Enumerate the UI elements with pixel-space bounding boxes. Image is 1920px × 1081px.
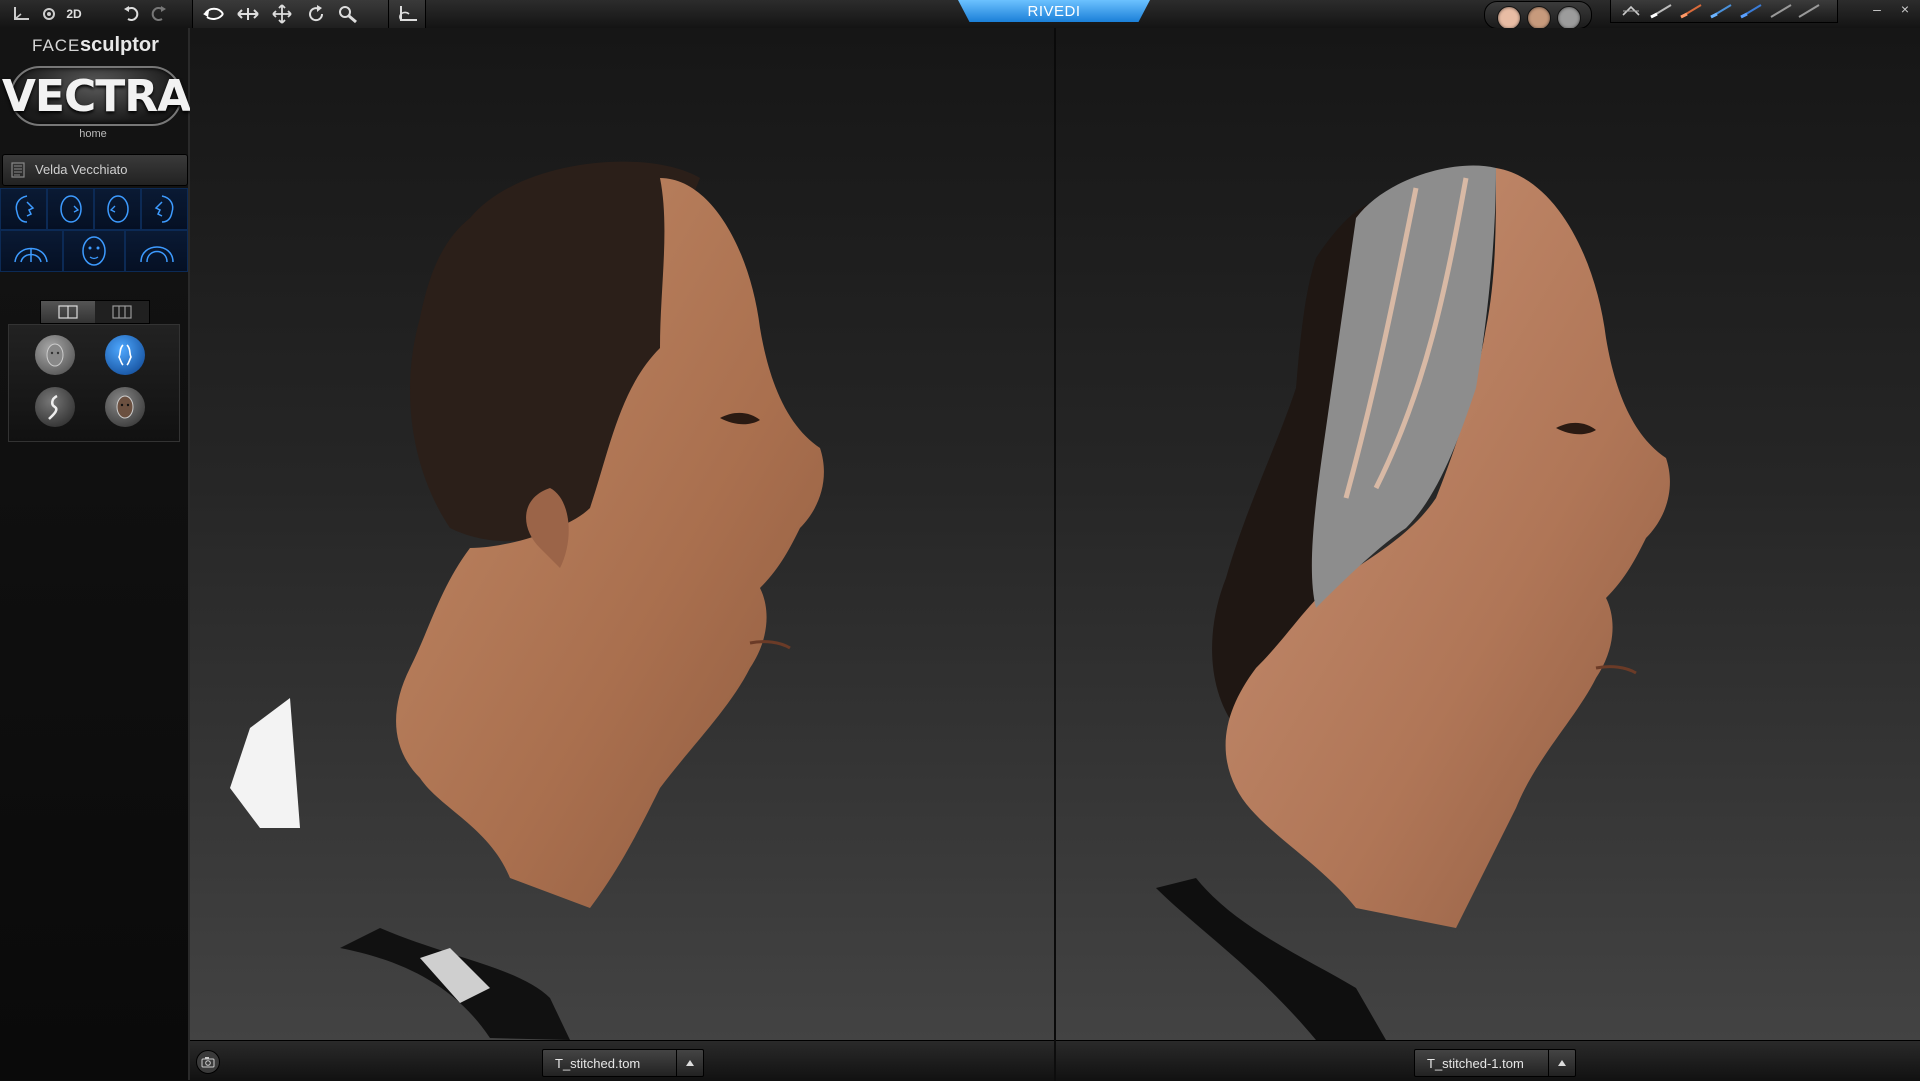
left-profile-view-icon[interactable] xyxy=(141,188,188,230)
tab-rivedi[interactable]: RIVEDI xyxy=(958,0,1150,22)
pan-horizontal-icon[interactable] xyxy=(233,2,263,26)
left-oblique-view-icon[interactable] xyxy=(94,188,141,230)
brush-icon[interactable] xyxy=(1769,3,1793,19)
file-selector-right[interactable]: T_stitched-1.tom xyxy=(1414,1049,1576,1077)
face-model-after xyxy=(1156,165,1670,1040)
patient-name: Velda Vecchiato xyxy=(35,162,128,177)
face-model-before xyxy=(230,161,824,1040)
sidebar: FACE sculptor VECTRA home Velda Vecchiat… xyxy=(0,28,191,1080)
face-surface-mode-icon[interactable] xyxy=(35,335,75,375)
brand-sculptor-label: sculptor xyxy=(80,34,159,56)
bottom-bar-right: T_stitched-1.tom xyxy=(1056,1040,1920,1081)
view-2d-button[interactable]: 2D xyxy=(62,2,86,26)
brand-face-label: FACE xyxy=(32,36,81,55)
view-preset-grid-top xyxy=(0,188,188,230)
chevron-up-icon[interactable] xyxy=(1548,1050,1575,1076)
chevron-up-icon[interactable] xyxy=(676,1050,703,1076)
face-texture-mode-icon[interactable] xyxy=(105,387,145,427)
split-layout-icon xyxy=(112,305,132,319)
file-name-right: T_stitched-1.tom xyxy=(1427,1056,1524,1071)
viewport-left[interactable] xyxy=(190,28,1054,1040)
right-oblique-view-icon[interactable] xyxy=(47,188,94,230)
settings-icon[interactable] xyxy=(38,2,60,26)
camera-icon[interactable] xyxy=(196,1050,220,1074)
tan-texture-swatch[interactable] xyxy=(1527,6,1551,30)
patient-card-icon xyxy=(11,162,25,178)
brush-icon[interactable] xyxy=(1739,3,1763,19)
scale-icon[interactable] xyxy=(1619,3,1643,19)
minimize-button[interactable]: – xyxy=(1864,0,1890,18)
brush-icon[interactable] xyxy=(1679,3,1703,19)
profile-compare-mode-icon[interactable] xyxy=(105,335,145,375)
display-mode-panel xyxy=(8,324,180,442)
brush-icon[interactable] xyxy=(1709,3,1733,19)
file-selector-left[interactable]: T_stitched.tom xyxy=(542,1049,704,1077)
texture-swatch-group xyxy=(1484,1,1592,30)
file-name-left: T_stitched.tom xyxy=(555,1056,641,1071)
move-icon[interactable] xyxy=(267,2,297,26)
gray-texture-swatch[interactable] xyxy=(1557,6,1581,30)
view-preset-grid-bottom xyxy=(0,230,188,272)
close-button[interactable]: × xyxy=(1892,0,1918,18)
top-toolbar: 2D RIVEDI – × xyxy=(0,0,1920,30)
top-view-icon[interactable] xyxy=(125,230,188,272)
logo-text: VECTRA xyxy=(1,70,191,122)
profile-silhouette-mode-icon[interactable] xyxy=(35,387,75,427)
single-layout-button[interactable] xyxy=(41,301,95,323)
skin-texture-swatch[interactable] xyxy=(1497,6,1521,30)
bottom-bar-left: T_stitched.tom xyxy=(190,1040,1054,1081)
frontal-view-icon[interactable] xyxy=(62,230,126,272)
brush-tool-group xyxy=(1610,0,1838,23)
axis-reset-icon xyxy=(393,2,421,26)
brush-icon[interactable] xyxy=(1797,3,1821,19)
zoom-icon[interactable] xyxy=(333,2,363,26)
vectra-logo[interactable]: VECTRA xyxy=(2,66,191,126)
home-label: home xyxy=(79,128,107,140)
viewport-right[interactable] xyxy=(1056,28,1920,1040)
axis-icon[interactable] xyxy=(8,2,34,26)
patient-selector[interactable]: Velda Vecchiato xyxy=(2,154,188,186)
right-profile-view-icon[interactable] xyxy=(0,188,47,230)
axis-reset-button[interactable] xyxy=(388,0,426,29)
undo-icon[interactable] xyxy=(120,2,144,26)
brush-icon[interactable] xyxy=(1649,3,1673,19)
single-layout-icon xyxy=(58,305,78,319)
refresh-icon[interactable] xyxy=(301,2,331,26)
layout-toggle xyxy=(40,300,150,324)
split-layout-button[interactable] xyxy=(95,301,149,323)
rotate-icon[interactable] xyxy=(199,2,229,26)
redo-icon[interactable] xyxy=(146,2,170,26)
bottom-view-icon[interactable] xyxy=(0,230,63,272)
